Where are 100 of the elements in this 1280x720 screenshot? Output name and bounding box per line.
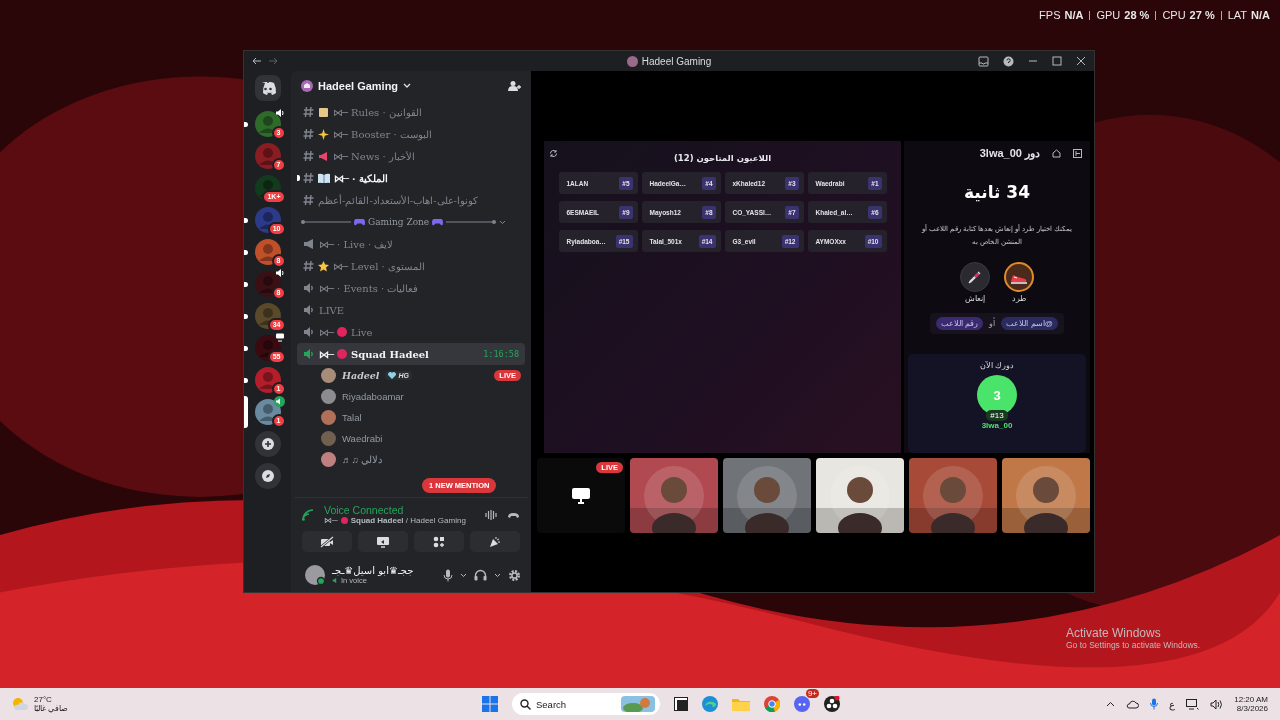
channel-item[interactable]: ⋈─ Rules · القوانين	[297, 101, 525, 123]
hash-icon	[303, 172, 314, 184]
voice-location[interactable]: Squad Hadeel / Hadeel Gaming	[350, 516, 466, 525]
speaker-icon	[303, 348, 315, 360]
server-header[interactable]: Hadeel Gaming	[291, 71, 531, 101]
member-item[interactable]: ♬♫ دلالي	[297, 449, 525, 470]
browser-icon[interactable]	[764, 696, 780, 712]
member-name: Waedrabi	[342, 433, 383, 444]
channel-item[interactable]: ⋈─ · Events · فعاليات	[297, 277, 525, 299]
member-name: Hadeel	[342, 370, 380, 381]
clock-date[interactable]: 8/3/2026	[1236, 704, 1268, 713]
close-icon[interactable]	[1076, 56, 1086, 66]
dot-icon	[337, 327, 348, 337]
home-icon[interactable]	[1052, 149, 1061, 158]
user-avatar	[321, 410, 336, 425]
volume-icon[interactable]	[1210, 698, 1224, 710]
monitor-icon	[572, 487, 590, 504]
discover-button[interactable]	[254, 463, 281, 489]
channel-prefix: ⋈─	[333, 128, 348, 140]
start-icon[interactable]	[482, 696, 498, 712]
call-timer: 1:16:58	[483, 349, 519, 359]
channel-item[interactable]: ⋈─ Squad Hadeel 1:16:58	[297, 343, 525, 365]
category-name[interactable]: Gaming Zone	[368, 217, 430, 227]
network-icon[interactable]	[1186, 698, 1200, 710]
member-name: Talal	[342, 412, 362, 423]
channel-item[interactable]: ⋈─ Live	[297, 321, 525, 343]
user-avatar[interactable]	[305, 565, 325, 585]
chevron-down-icon[interactable]	[494, 572, 501, 578]
server-icon[interactable]	[254, 111, 281, 137]
action-label: طرد	[1012, 294, 1026, 303]
microphone-icon[interactable]	[443, 568, 453, 582]
maximize-icon[interactable]	[1052, 56, 1062, 66]
add-server-button[interactable]	[254, 431, 281, 457]
or-label: أو	[989, 319, 996, 328]
kick-button[interactable]	[1004, 262, 1034, 292]
divider-line-icon	[446, 220, 497, 224]
scroll-icon	[318, 106, 329, 118]
home-button[interactable]	[254, 75, 281, 101]
stat-value: 27 %	[1189, 9, 1215, 21]
user-avatar	[321, 368, 336, 383]
back-icon[interactable]	[252, 56, 262, 66]
channel-item[interactable]: ⋈─ Level · المستوى	[297, 255, 525, 277]
channel-item[interactable]: LIVE	[297, 299, 525, 321]
megaphone-icon	[318, 150, 329, 162]
channel-item[interactable]: ⋈─ · الملكية	[297, 167, 525, 189]
headphones-icon[interactable]	[474, 569, 487, 581]
hint-chip: @اسم اللاعب	[1001, 317, 1058, 330]
server-name: Hadeel Gaming	[318, 80, 399, 92]
add-member-icon[interactable]	[508, 80, 521, 92]
chevron-down-icon	[403, 83, 412, 89]
camera-off-button[interactable]	[302, 531, 352, 552]
user-avatar	[321, 431, 336, 446]
camera-off-icon	[320, 535, 334, 548]
server-icon[interactable]	[254, 271, 281, 297]
member-item[interactable]: Riyadaboamar	[297, 386, 525, 407]
channel-prefix: ⋈─	[319, 326, 334, 338]
refresh-icon[interactable]	[549, 149, 558, 158]
revive-button[interactable]	[960, 262, 990, 292]
channel-name: Squad Hadeel	[351, 348, 429, 360]
browser-icon[interactable]	[702, 696, 718, 712]
shapes-icon	[433, 535, 445, 548]
recorder-icon[interactable]	[824, 696, 840, 712]
hang-up-icon[interactable]	[507, 510, 520, 519]
hash-icon	[303, 194, 314, 206]
speaker-icon	[303, 304, 315, 316]
clock-time[interactable]: 12:20 AM	[1234, 695, 1268, 704]
chevron-up-icon[interactable]	[1106, 701, 1116, 707]
screen-share-button[interactable]	[358, 531, 408, 552]
microphone-icon[interactable]	[1150, 698, 1159, 710]
stat-label: GPU	[1096, 9, 1121, 21]
chat-app-icon[interactable]	[794, 696, 810, 712]
chevron-down-icon[interactable]	[460, 572, 467, 578]
task-view-icon[interactable]	[674, 697, 688, 711]
forward-icon[interactable]	[268, 56, 278, 66]
stat-value: N/A	[1251, 9, 1270, 21]
member-item[interactable]: Waedrabi	[297, 428, 525, 449]
gamepad-icon	[354, 218, 365, 226]
member-item[interactable]: Talal	[297, 407, 525, 428]
input-language[interactable]: ع	[1169, 698, 1176, 710]
exit-icon[interactable]	[1073, 149, 1082, 158]
stat-label: FPS	[1039, 9, 1061, 21]
activities-button[interactable]	[414, 531, 464, 552]
channel-item[interactable]: كونوا-على-اهاب-الأستعداد-القائم-أعظم	[297, 189, 525, 211]
cloud-icon[interactable]	[1126, 699, 1140, 709]
notification-badge: 9+	[805, 689, 819, 698]
channel-prefix: ⋈─	[334, 172, 349, 184]
channel-item[interactable]: ⋈─ Booster · البوست	[297, 123, 525, 145]
channel-prefix: ⋈─	[319, 348, 334, 360]
soundboard-button[interactable]	[470, 531, 520, 552]
syringe-icon	[967, 269, 983, 285]
channel-prefix: ⋈─	[324, 516, 338, 525]
channel-item[interactable]: ⋈─ News · الأخبار	[297, 145, 525, 167]
chevron-down-icon	[499, 219, 507, 225]
temperature: 27°C	[34, 695, 53, 704]
plus-icon	[261, 438, 274, 450]
settings-icon[interactable]	[508, 568, 521, 582]
help-icon[interactable]	[1003, 55, 1014, 67]
sound-wave-icon[interactable]	[485, 508, 497, 521]
channel-item[interactable]: ⋈─ · Live · لايف	[297, 233, 525, 255]
inbox-icon[interactable]	[978, 55, 989, 67]
